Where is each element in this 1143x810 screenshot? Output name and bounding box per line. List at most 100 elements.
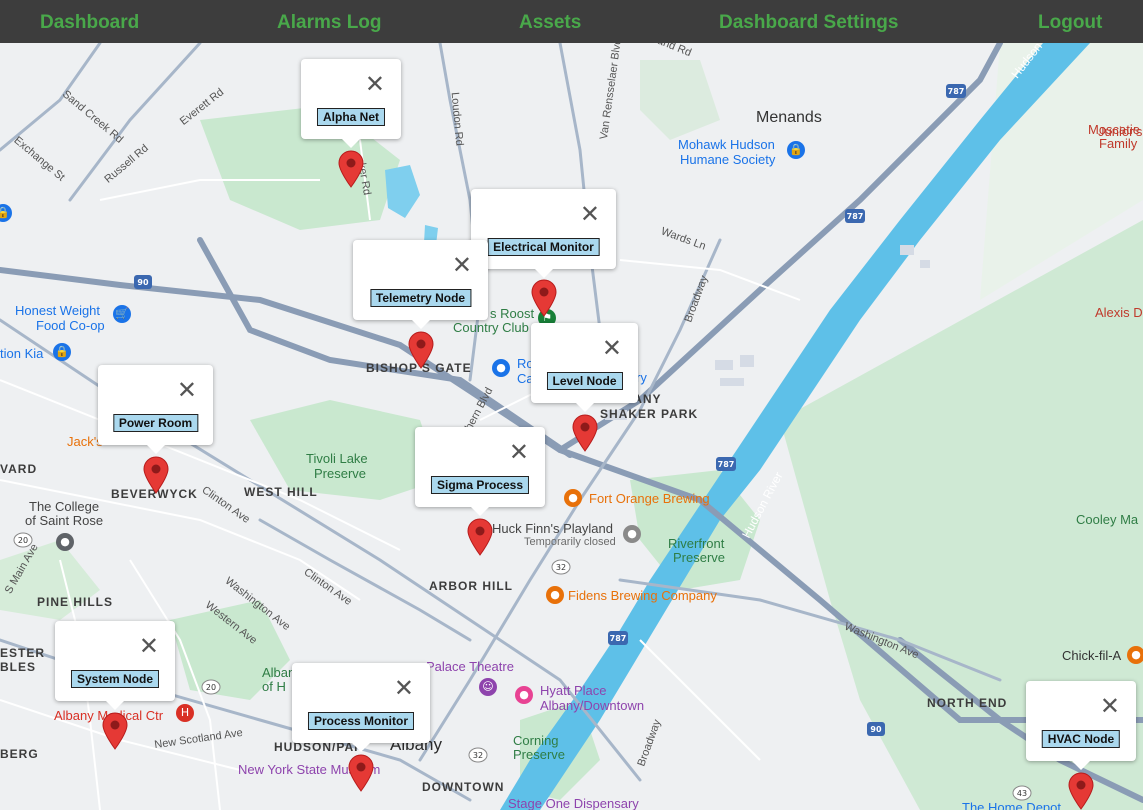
place-albany-left-1: Alban [262, 665, 296, 680]
map-marker-pin-icon[interactable] [143, 456, 169, 494]
shield-787-a: 787 [948, 87, 965, 96]
district-berg: BERG [0, 747, 39, 761]
place-chick-fil-a: Chick-fil-A [1062, 648, 1122, 663]
marker-label[interactable]: Process Monitor [307, 712, 415, 730]
cocktail-icon[interactable]: ● [564, 489, 582, 507]
nav-logout-link[interactable]: Logout [1038, 12, 1102, 34]
restaurant-icon[interactable]: ● [1127, 646, 1143, 664]
theater-icon[interactable]: ☺ [479, 678, 497, 696]
place-cooley: Cooley Ma [1076, 512, 1139, 527]
map-marker-pin-icon[interactable] [338, 150, 364, 188]
place-alexis: Alexis D [1095, 305, 1143, 320]
hotel-icon[interactable]: ● [515, 686, 533, 704]
marker-label[interactable]: Telemetry Node [369, 289, 472, 307]
nav-assets-link[interactable]: Assets [519, 12, 581, 34]
close-icon[interactable]: ✕ [1100, 694, 1120, 718]
marker-popup-electrical-monitor: ✕ Electrical Monitor [471, 189, 616, 278]
marker-label[interactable]: Electrical Monitor [487, 238, 600, 256]
map-canvas[interactable]: 787 787 787 787 90 90 32 32 20 20 43 Men… [0, 43, 1143, 810]
nav-dashboard-settings-link[interactable]: Dashboard Settings [719, 12, 898, 34]
ferris-wheel-icon[interactable]: ● [623, 525, 641, 543]
shield-20-b: 20 [206, 683, 216, 692]
district-bles: BLES [0, 660, 37, 674]
map-marker-pin-icon[interactable] [1068, 772, 1094, 810]
place-country-club-2: Country Club [453, 320, 529, 335]
marker-popup-system-node: ✕ System Node [55, 621, 175, 710]
park-riverfront-1: Riverfront [668, 536, 725, 551]
map-marker-pin-icon[interactable] [408, 331, 434, 369]
place-fidens: Fidens Brewing Company [568, 588, 717, 603]
close-icon[interactable]: ✕ [365, 72, 385, 96]
marker-label[interactable]: Level Node [546, 372, 623, 390]
shield-20-a: 20 [18, 536, 28, 545]
close-icon[interactable]: ✕ [509, 440, 529, 464]
map-marker-pin-icon[interactable] [531, 279, 557, 317]
place-fort-orange: Fort Orange Brewing [589, 491, 710, 506]
marker-popup-telemetry-node: ✕ Telemetry Node [353, 240, 488, 329]
place-kia: tion Kia [0, 346, 44, 361]
map-marker-pin-icon[interactable] [572, 414, 598, 452]
marker-popup-alpha-net: ✕ Alpha Net [301, 59, 401, 148]
school-icon[interactable]: ● [56, 533, 74, 551]
place-hyatt-1: Hyatt Place [540, 683, 607, 698]
place-moscatiello: Moscatie [1088, 122, 1141, 137]
place-palace-theatre: Palace Theatre [426, 659, 514, 674]
place-country-club-1: s Roost [490, 306, 535, 321]
place-honest-weight: Honest Weight [15, 303, 101, 318]
marker-popup-process-monitor: ✕ Process Monitor [292, 663, 430, 752]
shield-787-b: 787 [847, 212, 864, 221]
shield-90-b: 90 [870, 725, 882, 734]
place-hyatt-2: Albany/Downtown [540, 698, 645, 713]
place-moscatiello-2: Family [1099, 136, 1138, 151]
district-downtown: DOWNTOWN [422, 780, 505, 794]
hospital-icon[interactable]: H [176, 704, 194, 722]
lock-icon[interactable]: 🔒 [53, 343, 71, 361]
close-icon[interactable]: ✕ [602, 336, 622, 360]
close-icon[interactable]: ✕ [139, 634, 159, 658]
cart-icon[interactable]: 🛒 [113, 305, 131, 323]
district-ester: ESTER [0, 646, 46, 660]
park-tivoli-1: Tivoli Lake [306, 451, 368, 466]
shield-90-a: 90 [137, 278, 149, 287]
marker-label[interactable]: System Node [70, 670, 160, 688]
place-stage-one: Stage One Dispensary [508, 796, 639, 810]
place-huck-finn: Huck Finn's Playland [492, 521, 613, 536]
map-marker-pin-icon[interactable] [102, 712, 128, 750]
nav-dashboard-link[interactable]: Dashboard [40, 12, 139, 34]
park-riverfront-2: Preserve [673, 550, 726, 565]
map-marker-pin-icon[interactable] [348, 754, 374, 792]
map-marker-pin-icon[interactable] [467, 518, 493, 556]
marker-popup-power-room: ✕ Power Room [98, 365, 213, 454]
place-college-2: of Saint Rose [25, 513, 104, 528]
district-pine-hills: PINE HILLS [37, 595, 114, 609]
close-icon[interactable]: ✕ [177, 378, 197, 402]
marker-label[interactable]: Alpha Net [316, 108, 386, 126]
close-icon[interactable]: ✕ [394, 676, 414, 700]
place-menands: Menands [756, 109, 822, 126]
place-humane-society: Humane Society [680, 152, 776, 167]
close-icon[interactable]: ✕ [580, 202, 600, 226]
lock-icon[interactable]: 🔒 [787, 141, 805, 159]
marker-label[interactable]: Power Room [112, 414, 199, 432]
marker-label[interactable]: HVAC Node [1041, 730, 1121, 748]
shield-32-a: 32 [556, 563, 566, 572]
district-arbor-hill: ARBOR HILL [429, 579, 513, 593]
map-pin-icon[interactable]: ● [492, 359, 510, 377]
marker-popup-level-node: ✕ Level Node [531, 323, 638, 412]
cocktail-icon[interactable]: ● [546, 586, 564, 604]
shield-787-c: 787 [718, 460, 735, 469]
district-vard: VARD [0, 462, 38, 476]
shield-787-d: 787 [610, 634, 627, 643]
district-west-hill: WEST HILL [244, 485, 318, 499]
marker-popup-hvac-node: ✕ HVAC Node [1026, 681, 1136, 770]
place-mohawk-hudson: Mohawk Hudson [678, 137, 775, 152]
nav-alarms-log-link[interactable]: Alarms Log [277, 12, 382, 34]
park-tivoli-2: Preserve [314, 466, 367, 481]
marker-label[interactable]: Sigma Process [430, 476, 530, 494]
close-icon[interactable]: ✕ [452, 253, 472, 277]
place-temporarily-closed: Temporarily closed [524, 536, 616, 548]
shield-43: 43 [1017, 789, 1027, 798]
place-college-1: The College [29, 499, 100, 514]
district-north-end: NORTH END [927, 696, 1008, 710]
place-albany-left-2: of H [262, 679, 286, 694]
